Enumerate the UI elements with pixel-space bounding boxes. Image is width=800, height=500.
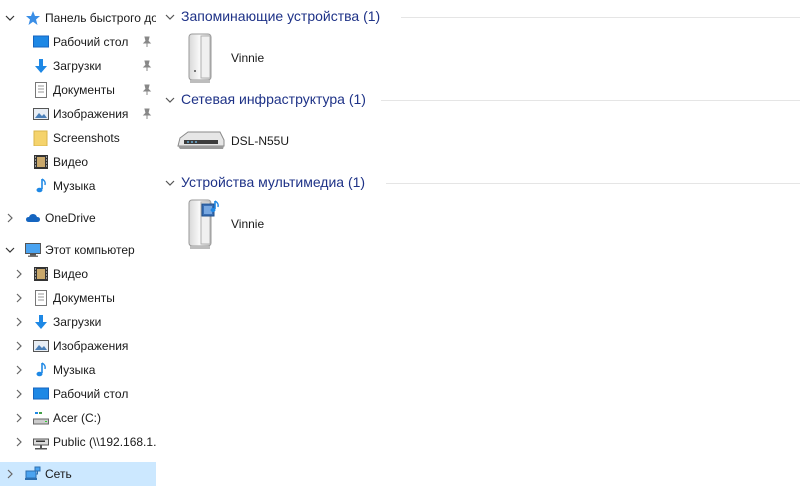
computer-icon: [25, 242, 41, 258]
network-icon: [25, 466, 41, 482]
nav-item-quick-access[interactable]: Панель быстрого доступа: [0, 6, 156, 30]
nav-item-label: Acer (C:): [53, 411, 101, 425]
music-note-icon: [33, 178, 49, 194]
network-drive-icon: [33, 434, 49, 450]
nav-item-label: Изображения: [53, 339, 129, 353]
pin-icon[interactable]: [141, 84, 153, 96]
router-icon: [176, 128, 226, 152]
hard-drive-icon: [33, 410, 49, 426]
chevron-right-icon[interactable]: [13, 436, 25, 448]
nav-item-documents[interactable]: Документы: [0, 78, 156, 102]
chevron-down-icon[interactable]: [165, 12, 175, 22]
nav-item-label: Загрузки: [53, 315, 102, 329]
content-pane: Запоминающие устройства (1) Vinnie Сетев…: [156, 0, 800, 500]
nav-item-public-share[interactable]: Public (\\192.168.1.2: [0, 430, 156, 454]
nav-item-onedrive[interactable]: OneDrive: [0, 206, 156, 230]
nav-item-label: Панель быстрого доступа: [45, 11, 156, 25]
film-icon: [33, 154, 49, 170]
nav-item-label: Screenshots: [53, 131, 120, 145]
group-header-media-devices[interactable]: Устройства мультимедиа (1): [156, 173, 800, 193]
nav-item-network[interactable]: Сеть: [0, 462, 156, 486]
nav-item-label: Музыка: [53, 179, 96, 193]
device-storage-vinnie[interactable]: Vinnie: [174, 32, 304, 84]
group-divider: [386, 183, 800, 184]
chevron-right-icon[interactable]: [13, 340, 25, 352]
nav-item-pc-music[interactable]: Музыка: [0, 358, 156, 382]
explorer-window: Панель быстрого доступа Рабочий стол Заг…: [0, 0, 800, 500]
nav-item-pc-pictures[interactable]: Изображения: [0, 334, 156, 358]
nav-item-videos[interactable]: Видео: [0, 150, 156, 174]
media-server-icon: [186, 198, 226, 250]
chevron-right-icon[interactable]: [13, 268, 25, 280]
nav-item-label: Рабочий стол: [53, 35, 129, 49]
nav-item-label: Музыка: [53, 363, 96, 377]
group-divider: [381, 100, 800, 101]
desktop-icon: [33, 386, 49, 402]
nav-item-pc-downloads[interactable]: Загрузки: [0, 310, 156, 334]
nav-item-label: Этот компьютер: [45, 243, 135, 257]
document-icon: [33, 82, 49, 98]
film-icon: [33, 266, 49, 282]
chevron-right-icon[interactable]: [13, 292, 25, 304]
group-header-network-infrastructure[interactable]: Сетевая инфраструктура (1): [156, 90, 800, 110]
nav-item-this-pc[interactable]: Этот компьютер: [0, 238, 156, 262]
nav-item-label: Документы: [53, 291, 115, 305]
nav-item-label: Видео: [53, 155, 89, 169]
chevron-down-icon[interactable]: [4, 244, 16, 256]
picture-icon: [33, 338, 49, 354]
chevron-down-icon[interactable]: [165, 95, 175, 105]
download-arrow-icon: [33, 314, 49, 330]
folder-icon: [33, 130, 49, 146]
pin-icon[interactable]: [141, 108, 153, 120]
group-title: Устройства мультимедиа (1): [181, 174, 366, 190]
download-arrow-icon: [33, 58, 49, 74]
group-header-storage[interactable]: Запоминающие устройства (1): [156, 7, 800, 27]
pin-icon[interactable]: [141, 60, 153, 72]
chevron-down-icon[interactable]: [4, 12, 16, 24]
group-title: Сетевая инфраструктура (1): [181, 91, 366, 107]
navigation-pane: Панель быстрого доступа Рабочий стол Заг…: [0, 0, 156, 500]
music-note-icon: [33, 362, 49, 378]
nav-item-pc-videos[interactable]: Видео: [0, 262, 156, 286]
chevron-right-icon[interactable]: [13, 388, 25, 400]
nav-item-label: Public (\\192.168.1.2: [53, 435, 156, 449]
nav-item-label: Рабочий стол: [53, 387, 129, 401]
nav-item-screenshots[interactable]: Screenshots: [0, 126, 156, 150]
device-media-vinnie[interactable]: Vinnie: [174, 198, 304, 250]
chevron-right-icon[interactable]: [13, 316, 25, 328]
chevron-right-icon[interactable]: [13, 364, 25, 376]
nav-item-label: Загрузки: [53, 59, 102, 73]
nav-item-downloads[interactable]: Загрузки: [0, 54, 156, 78]
nav-item-pc-documents[interactable]: Документы: [0, 286, 156, 310]
nav-item-pictures[interactable]: Изображения: [0, 102, 156, 126]
nav-item-label: Изображения: [53, 107, 129, 121]
chevron-right-icon[interactable]: [13, 412, 25, 424]
nav-item-drive-c[interactable]: Acer (C:): [0, 406, 156, 430]
nas-drive-icon: [186, 32, 216, 84]
star-icon: [25, 10, 41, 26]
device-label: DSL-N55U: [231, 134, 290, 148]
nav-item-desktop[interactable]: Рабочий стол: [0, 30, 156, 54]
nav-item-music[interactable]: Музыка: [0, 174, 156, 198]
group-divider: [401, 17, 800, 18]
desktop-icon: [33, 34, 49, 50]
nav-item-label: Видео: [53, 267, 89, 281]
device-label: Vinnie: [231, 51, 265, 65]
device-label: Vinnie: [231, 217, 265, 231]
pin-icon[interactable]: [141, 36, 153, 48]
device-router-dsl-n55u[interactable]: DSL-N55U: [174, 125, 314, 157]
picture-icon: [33, 106, 49, 122]
cloud-icon: [25, 210, 41, 226]
group-title: Запоминающие устройства (1): [181, 8, 381, 24]
document-icon: [33, 290, 49, 306]
nav-item-label: OneDrive: [45, 211, 96, 225]
nav-item-pc-desktop[interactable]: Рабочий стол: [0, 382, 156, 406]
chevron-down-icon[interactable]: [165, 178, 175, 188]
chevron-right-icon[interactable]: [4, 468, 16, 480]
nav-item-label: Сеть: [45, 467, 72, 481]
nav-item-label: Документы: [53, 83, 115, 97]
chevron-right-icon[interactable]: [4, 212, 16, 224]
